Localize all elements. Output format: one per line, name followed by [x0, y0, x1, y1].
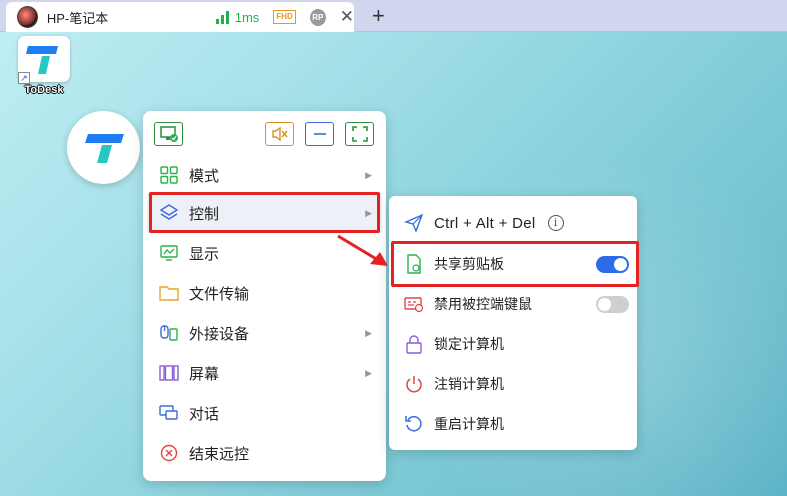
fullscreen-button[interactable]	[345, 122, 374, 146]
menu-item-control[interactable]: 控制 ▶	[147, 193, 382, 233]
submenu-item-label: 重启计算机	[434, 416, 504, 432]
signal-icon	[215, 10, 229, 24]
monitor-check-icon	[159, 126, 178, 142]
menu-item-display[interactable]: 显示	[147, 233, 382, 273]
lock-computer-item[interactable]: 锁定计算机	[389, 324, 637, 364]
menu-item-label: 模式	[189, 167, 220, 185]
rp-badge[interactable]: RP	[309, 8, 326, 26]
menu-item-label: 文件传输	[189, 285, 250, 303]
shared-clipboard-item[interactable]: 共享剪贴板	[389, 244, 637, 284]
menu-item-end-control[interactable]: 结束远控	[147, 433, 382, 473]
toggle-knob	[614, 257, 627, 271]
minimize-icon	[313, 133, 326, 135]
chevron-right-icon: ▶	[365, 207, 372, 218]
fullscreen-icon	[351, 126, 368, 142]
menu-item-label: 外接设备	[189, 325, 250, 343]
logout-computer-item[interactable]: 注销计算机	[389, 364, 637, 404]
quality-badge[interactable]: FHD	[273, 10, 296, 24]
keyboard-disable-icon	[404, 294, 424, 314]
ctrl-alt-del-item[interactable]: Ctrl + Alt + Del i	[389, 202, 637, 244]
restart-computer-item[interactable]: 重启计算机	[389, 404, 637, 444]
menu-item-peripherals[interactable]: 外接设备 ▶	[147, 313, 382, 353]
tab-bar: HP-笔记本 1ms FHD RP ✕ +	[0, 0, 787, 32]
peripheral-icon	[159, 323, 179, 343]
chevron-right-icon: ▶	[365, 169, 372, 180]
folder-icon	[159, 283, 179, 303]
toggle-knob	[598, 297, 611, 311]
menu-item-mode[interactable]: 模式 ▶	[147, 155, 382, 195]
submenu-item-label: 禁用被控端键鼠	[434, 296, 532, 312]
speaker-mute-icon	[271, 126, 288, 142]
menu-item-label: 显示	[189, 245, 220, 263]
monitor-check-button[interactable]	[154, 122, 183, 146]
chat-icon	[159, 403, 179, 423]
layers-icon	[159, 203, 179, 223]
lock-icon	[404, 334, 424, 354]
latency-text: 1ms	[234, 9, 260, 25]
menu-item-label: 结束远控	[189, 445, 250, 463]
todesk-float-ball[interactable]	[67, 111, 140, 184]
control-submenu: Ctrl + Alt + Del i 共享剪贴板 禁用被控端键鼠 锁定计算机 注…	[389, 196, 637, 450]
mute-button[interactable]	[265, 122, 294, 146]
disable-input-toggle[interactable]	[596, 295, 629, 313]
menu-toolbar	[143, 111, 386, 155]
display-chart-icon	[159, 243, 179, 263]
session-tab[interactable]: HP-笔记本 1ms FHD RP ✕	[6, 2, 354, 32]
info-icon[interactable]: i	[547, 215, 564, 231]
submenu-item-label: 锁定计算机	[434, 336, 504, 352]
minimize-button[interactable]	[305, 122, 334, 146]
tab-title: HP-笔记本	[46, 10, 109, 26]
menu-item-label: 控制	[189, 205, 220, 223]
menu-item-label: 对话	[189, 405, 220, 423]
submenu-item-label: Ctrl + Alt + Del	[434, 214, 536, 232]
close-circle-icon	[159, 443, 179, 463]
submenu-item-label: 共享剪贴板	[434, 256, 504, 272]
submenu-item-label: 注销计算机	[434, 376, 504, 392]
control-menu: 模式 ▶ 控制 ▶ 显示 文件传输 外接设备 ▶ 屏幕 ▶ 对话 结束远控	[143, 111, 386, 481]
avatar	[17, 6, 38, 28]
close-icon[interactable]: ✕	[340, 7, 354, 27]
restart-icon	[404, 414, 424, 434]
shared-clipboard-toggle[interactable]	[596, 255, 629, 273]
menu-item-file-transfer[interactable]: 文件传输	[147, 273, 382, 313]
menu-item-screen[interactable]: 屏幕 ▶	[147, 353, 382, 393]
send-icon	[404, 213, 424, 233]
clipboard-share-icon	[404, 254, 424, 274]
chevron-right-icon: ▶	[365, 327, 372, 338]
grid-icon	[159, 165, 179, 185]
todesk-logo-icon	[84, 133, 124, 163]
power-icon	[404, 374, 424, 394]
shortcut-arrow-icon: ↗	[18, 72, 30, 84]
desktop-icon-label: ToDesk	[24, 84, 64, 96]
desktop-icon-todesk[interactable]: ↗	[18, 36, 70, 84]
menu-item-label: 屏幕	[189, 365, 220, 383]
menu-item-chat[interactable]: 对话	[147, 393, 382, 433]
disable-input-item[interactable]: 禁用被控端键鼠	[389, 284, 637, 324]
screen-icon	[159, 363, 179, 383]
plus-icon[interactable]: +	[372, 3, 385, 29]
chevron-right-icon: ▶	[365, 367, 372, 378]
